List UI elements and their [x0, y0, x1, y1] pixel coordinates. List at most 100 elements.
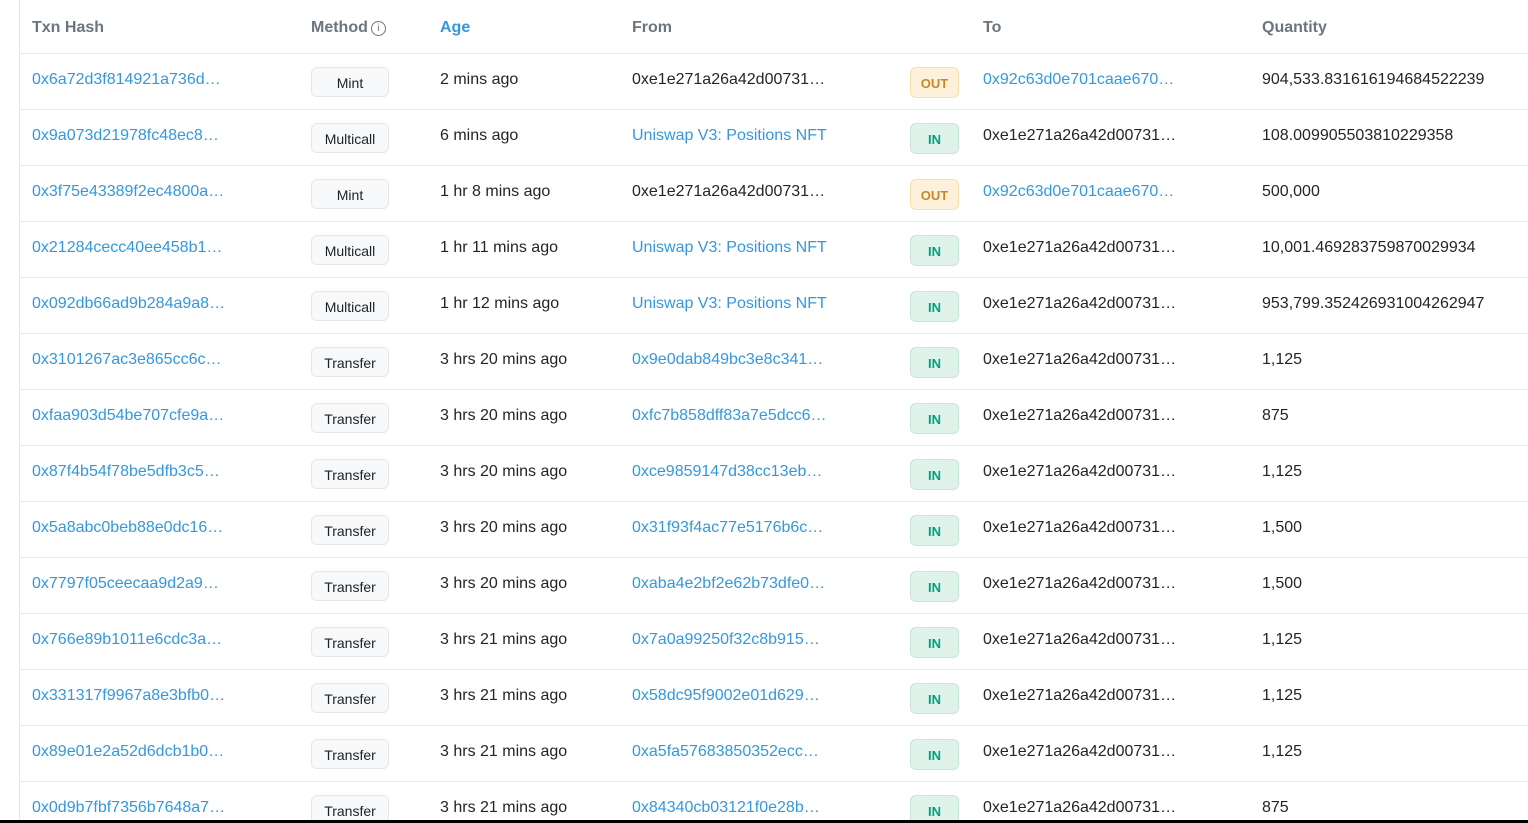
- table-row: 0x9a073d21978fc48ec8… Multicall 6 mins ago…: [20, 110, 1528, 166]
- method-badge: Mint: [311, 67, 389, 97]
- quantity-value: 875: [1262, 407, 1289, 424]
- method-badge: Transfer: [311, 459, 389, 489]
- to-address: 0xe1e271a26a42d00731…: [983, 631, 1177, 648]
- quantity-value: 1,125: [1262, 743, 1303, 760]
- direction-badge: IN: [910, 235, 959, 266]
- to-address: 0xe1e271a26a42d00731…: [983, 519, 1177, 536]
- info-icon[interactable]: i: [370, 21, 386, 36]
- from-address-link[interactable]: Uniswap V3: Positions NFT: [632, 295, 827, 313]
- quantity-value: 1,125: [1262, 463, 1303, 480]
- quantity-value: 10,001.469283759870029934: [1262, 239, 1476, 256]
- header-method-label: Method: [311, 19, 368, 36]
- to-address: 0xe1e271a26a42d00731…: [983, 351, 1177, 368]
- quantity-value: 1,500: [1262, 519, 1303, 536]
- age-text: 1 hr 8 mins ago: [440, 183, 551, 200]
- quantity-value: 953,799.352426931004262947: [1262, 295, 1485, 312]
- header-method: Method i: [311, 19, 386, 37]
- table-row: 0x6a72d3f814921a736d… Mint 2 mins ago 0xe1e…: [20, 54, 1528, 110]
- from-address-link[interactable]: 0x7a0a99250f32c8b915…: [632, 631, 820, 649]
- method-badge: Multicall: [311, 291, 389, 321]
- to-address: 0xe1e271a26a42d00731…: [983, 575, 1177, 592]
- table-row: 0x7797f05ceecaa9d2a9… Transfer 3 hrs 20 mi…: [20, 558, 1528, 614]
- txn-hash-link[interactable]: 0x21284cecc40ee458b1…: [32, 239, 222, 257]
- table-row: 0x331317f9967a8e3bfb0… Transfer 3 hrs 21 m…: [20, 670, 1528, 726]
- from-address-link[interactable]: 0xa5fa57683850352ecc…: [632, 743, 819, 761]
- table-row: 0x89e01e2a52d6dcb1b0… Transfer 3 hrs 21 mi…: [20, 726, 1528, 782]
- age-text: 3 hrs 20 mins ago: [440, 463, 568, 480]
- quantity-value: 875: [1262, 799, 1289, 816]
- txn-hash-link[interactable]: 0x5a8abc0beb88e0dc16…: [32, 519, 223, 537]
- quantity-value: 1,125: [1262, 631, 1303, 648]
- direction-badge: IN: [910, 739, 959, 770]
- from-address-link[interactable]: 0xfc7b858dff83a7e5dcc6…: [632, 407, 827, 425]
- from-address-link[interactable]: 0xce9859147d38cc13eb…: [632, 463, 822, 481]
- to-address: 0xe1e271a26a42d00731…: [983, 743, 1177, 760]
- table-header: Txn Hash Method i Age From To Quantity: [20, 0, 1528, 54]
- from-address-link[interactable]: 0x31f93f4ac77e5176b6c…: [632, 519, 823, 537]
- from-address-link[interactable]: 0xaba4e2bf2e62b73dfe0…: [632, 575, 825, 593]
- from-address-link[interactable]: 0x58dc95f9002e01d629…: [632, 687, 820, 705]
- quantity-value: 500,000: [1262, 183, 1320, 200]
- method-badge: Transfer: [311, 571, 389, 601]
- to-address: 0xe1e271a26a42d00731…: [983, 687, 1177, 704]
- method-badge: Transfer: [311, 795, 389, 820]
- age-text: 1 hr 12 mins ago: [440, 295, 560, 312]
- table-row: 0x87f4b54f78be5dfb3c5… Transfer 3 hrs 20 m…: [20, 446, 1528, 502]
- header-txn-hash: Txn Hash: [32, 19, 105, 36]
- from-address-link[interactable]: 0x84340cb03121f0e28b…: [632, 799, 820, 817]
- method-badge: Transfer: [311, 627, 389, 657]
- age-text: 3 hrs 21 mins ago: [440, 743, 568, 760]
- transactions-panel: Txn Hash Method i Age From To Quantity 0x…: [0, 0, 1528, 820]
- age-text: 2 mins ago: [440, 71, 519, 88]
- txn-hash-link[interactable]: 0x87f4b54f78be5dfb3c5…: [32, 463, 220, 481]
- txn-hash-link[interactable]: 0x092db66ad9b284a9a8…: [32, 295, 225, 313]
- direction-badge: IN: [910, 795, 959, 820]
- header-to: To: [983, 19, 1002, 36]
- txn-hash-link[interactable]: 0x7797f05ceecaa9d2a9…: [32, 575, 219, 593]
- txn-hash-link[interactable]: 0x89e01e2a52d6dcb1b0…: [32, 743, 224, 761]
- table-row: 0x3f75e43389f2ec4800a… Mint 1 hr 8 mins ag…: [20, 166, 1528, 222]
- age-text: 3 hrs 20 mins ago: [440, 575, 568, 592]
- txn-hash-link[interactable]: 0x0d9b7fbf7356b7648a7…: [32, 799, 225, 817]
- direction-badge: IN: [910, 347, 959, 378]
- from-address: 0xe1e271a26a42d00731…: [632, 71, 826, 88]
- direction-badge: IN: [910, 515, 959, 546]
- table-row: 0x3101267ac3e865cc6c… Transfer 3 hrs 20 mi…: [20, 334, 1528, 390]
- to-address: 0xe1e271a26a42d00731…: [983, 463, 1177, 480]
- table-row: 0x0d9b7fbf7356b7648a7… Transfer 3 hrs 21 m…: [20, 782, 1528, 820]
- to-address-link[interactable]: 0x92c63d0e701caae670…: [983, 183, 1174, 201]
- txn-hash-link[interactable]: 0x9a073d21978fc48ec8…: [32, 127, 219, 145]
- to-address: 0xe1e271a26a42d00731…: [983, 239, 1177, 256]
- quantity-value: 108.009905503810229358: [1262, 127, 1454, 144]
- direction-badge: OUT: [910, 179, 959, 210]
- from-address-link[interactable]: Uniswap V3: Positions NFT: [632, 127, 827, 145]
- age-text: 3 hrs 21 mins ago: [440, 799, 568, 816]
- age-text: 3 hrs 20 mins ago: [440, 407, 568, 424]
- method-badge: Multicall: [311, 123, 389, 153]
- txn-hash-link[interactable]: 0x3101267ac3e865cc6c…: [32, 351, 221, 369]
- table-row: 0x21284cecc40ee458b1… Multicall 1 hr 11 mi…: [20, 222, 1528, 278]
- age-text: 3 hrs 21 mins ago: [440, 687, 568, 704]
- direction-badge: IN: [910, 627, 959, 658]
- txn-hash-link[interactable]: 0x331317f9967a8e3bfb0…: [32, 687, 225, 705]
- from-address: 0xe1e271a26a42d00731…: [632, 183, 826, 200]
- txn-hash-link[interactable]: 0xfaa903d54be707cfe9a…: [32, 407, 224, 425]
- age-text: 3 hrs 20 mins ago: [440, 351, 568, 368]
- header-age-toggle[interactable]: Age: [440, 19, 470, 37]
- method-badge: Mint: [311, 179, 389, 209]
- direction-badge: IN: [910, 123, 959, 154]
- method-badge: Transfer: [311, 347, 389, 377]
- txn-hash-link[interactable]: 0x3f75e43389f2ec4800a…: [32, 183, 224, 201]
- direction-badge: OUT: [910, 67, 959, 98]
- txn-hash-link[interactable]: 0x6a72d3f814921a736d…: [32, 71, 221, 89]
- from-address-link[interactable]: Uniswap V3: Positions NFT: [632, 239, 827, 257]
- to-address: 0xe1e271a26a42d00731…: [983, 799, 1177, 816]
- txn-hash-link[interactable]: 0x766e89b1011e6cdc3a…: [32, 631, 222, 649]
- quantity-value: 1,125: [1262, 687, 1303, 704]
- to-address-link[interactable]: 0x92c63d0e701caae670…: [983, 71, 1174, 89]
- header-quantity: Quantity: [1262, 19, 1327, 36]
- from-address-link[interactable]: 0x9e0dab849bc3e8c341…: [632, 351, 823, 369]
- table-row: 0x5a8abc0beb88e0dc16… Transfer 3 hrs 20 mi…: [20, 502, 1528, 558]
- to-address: 0xe1e271a26a42d00731…: [983, 407, 1177, 424]
- quantity-value: 904,533.831616194684522239: [1262, 71, 1485, 88]
